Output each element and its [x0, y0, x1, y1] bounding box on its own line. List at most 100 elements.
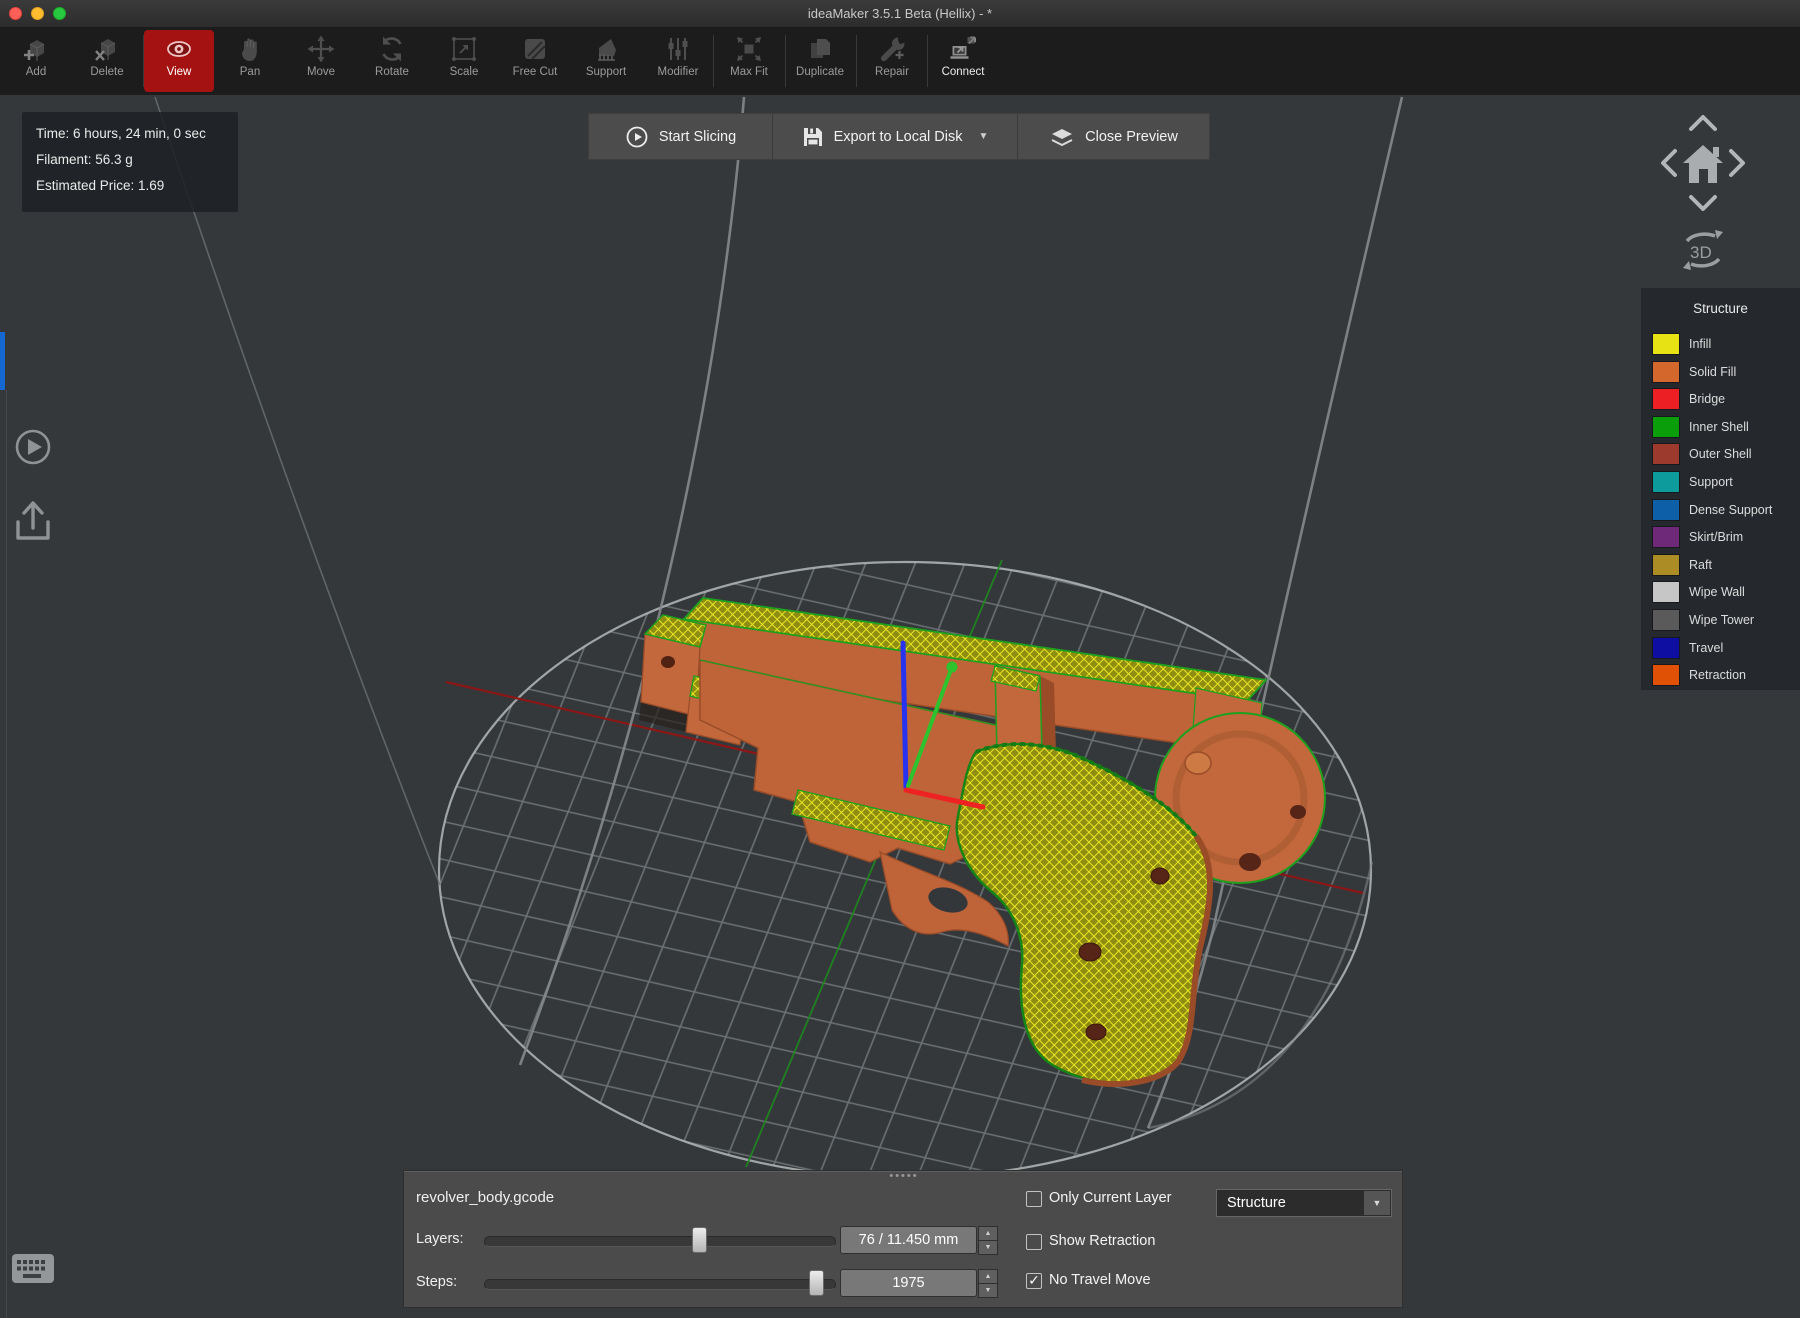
- main-toolbar: AddDeleteViewPanMoveRotateScaleFree CutS…: [0, 27, 1800, 95]
- support-icon: [591, 34, 621, 64]
- slice-price: Estimated Price: 1.69: [36, 178, 164, 193]
- toolbar-item-move[interactable]: Move: [286, 30, 356, 92]
- steps-spin-down-button[interactable]: ▼: [978, 1283, 998, 1298]
- checkbox-label: No Travel Move: [1049, 1272, 1151, 1288]
- add-cube-icon: [21, 34, 51, 64]
- duplicate-pages-icon: [805, 34, 835, 64]
- legend-label: Support: [1689, 475, 1733, 489]
- layers-spin-up-button[interactable]: ▲: [978, 1226, 998, 1241]
- export-to-local-disk-button[interactable]: Export to Local Disk ▼: [773, 114, 1017, 159]
- toolbar-item-label: Modifier: [643, 66, 713, 78]
- slice-info-panel: Time: 6 hours, 24 min, 0 sec Filament: 5…: [22, 112, 238, 212]
- checkbox-show-retraction[interactable]: [1026, 1234, 1042, 1250]
- play-preview-button[interactable]: [17, 431, 49, 463]
- toolbar-separator: [143, 35, 144, 87]
- toolbar-item-label: Move: [286, 66, 356, 78]
- layers-spin-down-button[interactable]: ▼: [978, 1240, 998, 1255]
- layers-value-field[interactable]: 76 / 11.450 mm: [840, 1226, 977, 1254]
- legend-label: Skirt/Brim: [1689, 530, 1743, 544]
- toolbar-item-pan[interactable]: Pan: [215, 30, 285, 92]
- toolbar-item-modifier[interactable]: Modifier: [643, 30, 713, 92]
- repair-wrench-icon: [877, 34, 907, 64]
- layers-slider-handle[interactable]: [692, 1227, 707, 1253]
- legend-color-swatch: [1652, 609, 1680, 631]
- view-navigation-controls: 3D: [1623, 95, 1783, 285]
- legend-row-wipe-wall: Wipe Wall: [1652, 581, 1745, 603]
- preview-action-bar: Start Slicing Export to Local Disk ▼ Clo…: [588, 113, 1210, 160]
- legend-title: Structure: [1641, 301, 1800, 316]
- toolbar-item-connect[interactable]: Connect: [928, 30, 998, 92]
- legend-row-travel: Travel: [1652, 637, 1723, 659]
- legend-row-dense-support: Dense Support: [1652, 499, 1772, 521]
- legend-label: Infill: [1689, 337, 1711, 351]
- layers-slider-track[interactable]: [484, 1236, 836, 1247]
- structure-legend-panel: Structure InfillSolid FillBridgeInner Sh…: [1641, 288, 1800, 690]
- toolbar-item-label: Connect: [928, 66, 998, 78]
- toolbar-item-label: Scale: [429, 66, 499, 78]
- legend-label: Travel: [1689, 641, 1723, 655]
- rotate-3d-button[interactable]: 3D: [1683, 230, 1723, 270]
- start-slicing-button[interactable]: Start Slicing: [589, 114, 772, 159]
- left-panel-edge: [6, 390, 7, 1318]
- move-arrows-icon: [306, 34, 336, 64]
- home-view-button[interactable]: [1683, 145, 1723, 183]
- checkbox-no-travel-move[interactable]: ✓: [1026, 1273, 1042, 1289]
- toolbar-item-max-fit[interactable]: Max Fit: [714, 30, 784, 92]
- toolbar-item-support[interactable]: Support: [571, 30, 641, 92]
- left-accent-stripe: [0, 332, 5, 390]
- legend-row-skirt-brim: Skirt/Brim: [1652, 526, 1743, 548]
- steps-value-field[interactable]: 1975: [840, 1269, 977, 1297]
- gcode-filename: revolver_body.gcode: [416, 1189, 554, 1206]
- nav-up-button[interactable]: [1691, 117, 1715, 129]
- legend-color-swatch: [1652, 554, 1680, 576]
- nav-down-button[interactable]: [1691, 197, 1715, 209]
- toolbar-item-delete[interactable]: Delete: [72, 30, 142, 92]
- keyboard-shortcuts-button[interactable]: [10, 1250, 56, 1286]
- legend-row-raft: Raft: [1652, 554, 1712, 576]
- toolbar-item-rotate[interactable]: Rotate: [357, 30, 427, 92]
- delete-cube-icon: [92, 34, 122, 64]
- legend-row-wipe-tower: Wipe Tower: [1652, 609, 1754, 631]
- dropdown-caret-icon[interactable]: ▼: [1364, 1191, 1390, 1215]
- layers-label: Layers:: [416, 1231, 464, 1247]
- toolbar-item-free-cut[interactable]: Free Cut: [500, 30, 570, 92]
- toolbar-separator: [927, 35, 928, 87]
- checkbox-label: Show Retraction: [1049, 1233, 1155, 1249]
- checkbox-only-current-layer[interactable]: [1026, 1191, 1042, 1207]
- toolbar-item-view[interactable]: View: [144, 30, 214, 92]
- toolbar-item-repair[interactable]: Repair: [857, 30, 927, 92]
- toolbar-item-label: Free Cut: [500, 66, 570, 78]
- toolbar-item-scale[interactable]: Scale: [429, 30, 499, 92]
- slice-time: Time: 6 hours, 24 min, 0 sec: [36, 126, 206, 141]
- legend-label: Bridge: [1689, 392, 1725, 406]
- layers-spinner: ▲ ▼: [978, 1226, 998, 1254]
- pan-hand-icon: [235, 34, 265, 64]
- export-dropdown-caret-icon[interactable]: ▼: [979, 131, 989, 142]
- upload-export-button[interactable]: [18, 503, 48, 538]
- toolbar-item-label: Repair: [857, 66, 927, 78]
- toolbar-item-label: Support: [571, 66, 641, 78]
- viewport-3d[interactable]: [0, 95, 1800, 1318]
- view-mode-dropdown[interactable]: Structure ▼: [1216, 1189, 1392, 1217]
- toolbar-item-add[interactable]: Add: [1, 30, 71, 92]
- panel-drag-handle[interactable]: •••••: [874, 1170, 934, 1182]
- steps-spin-up-button[interactable]: ▲: [978, 1269, 998, 1284]
- legend-label: Outer Shell: [1689, 447, 1752, 461]
- nav-right-button[interactable]: [1731, 151, 1743, 175]
- steps-slider-track[interactable]: [484, 1279, 836, 1290]
- legend-row-inner-shell: Inner Shell: [1652, 416, 1749, 438]
- view-eye-icon: [164, 34, 194, 64]
- toolbar-item-duplicate[interactable]: Duplicate: [785, 30, 855, 92]
- nav-left-button[interactable]: [1663, 151, 1675, 175]
- steps-spinner: ▲ ▼: [978, 1269, 998, 1297]
- steps-label: Steps:: [416, 1274, 457, 1290]
- toolbar-item-label: Max Fit: [714, 66, 784, 78]
- ideamaker-window: ideaMaker 3.5.1 Beta (Hellix) - * AddDel…: [0, 0, 1800, 1318]
- legend-row-retraction: Retraction: [1652, 664, 1746, 686]
- checkbox-label: Only Current Layer: [1049, 1190, 1172, 1206]
- close-preview-button[interactable]: Close Preview: [1018, 114, 1209, 159]
- legend-label: Wipe Wall: [1689, 585, 1745, 599]
- legend-color-swatch: [1652, 333, 1680, 355]
- steps-slider-handle[interactable]: [809, 1270, 824, 1296]
- scale-box-icon: [449, 34, 479, 64]
